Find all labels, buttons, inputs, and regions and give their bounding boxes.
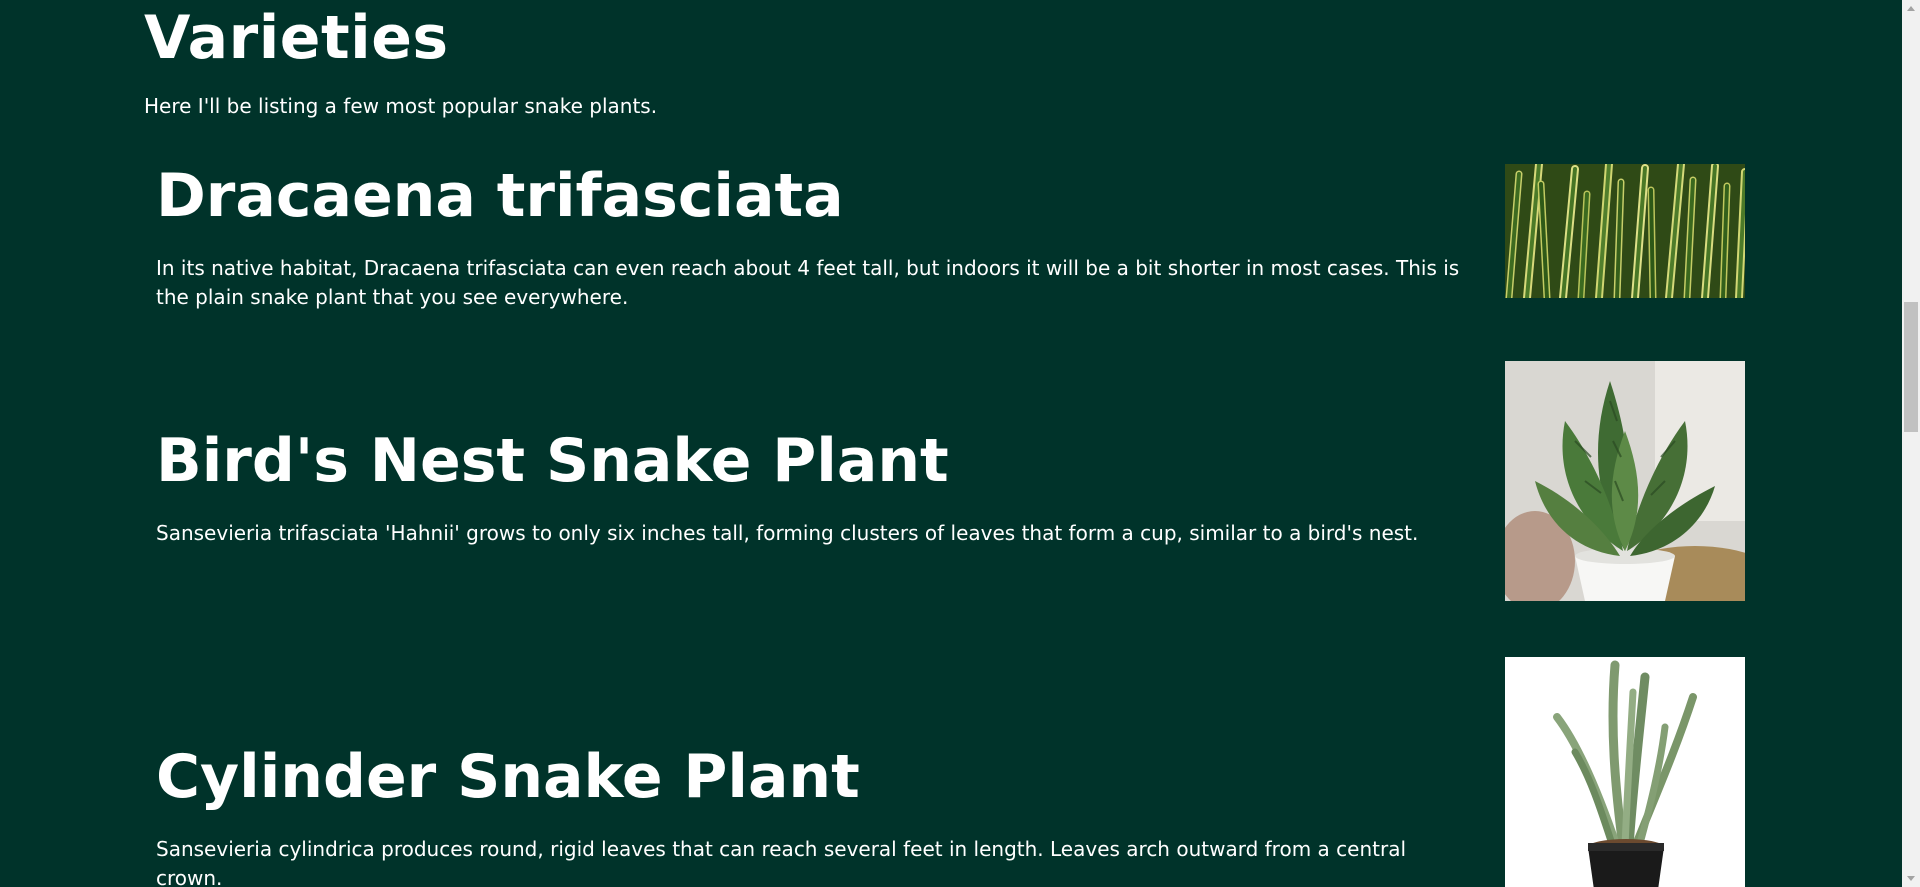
scroll-up-arrow-icon[interactable] bbox=[1902, 0, 1920, 17]
variety-title: Dracaena trifasciata bbox=[156, 161, 844, 231]
scrollbar-thumb[interactable] bbox=[1904, 302, 1918, 432]
cylinder-snake-plant-pot-photo bbox=[1505, 657, 1745, 887]
section-intro: Here I'll be listing a few most popular … bbox=[144, 94, 658, 118]
page: Varieties Here I'll be listing a few mos… bbox=[0, 0, 1902, 887]
variety-description: Sansevieria trifasciata 'Hahnii' grows t… bbox=[156, 521, 1419, 545]
striped-snake-plant-leaves-photo bbox=[1505, 164, 1745, 298]
variety-title: Cylinder Snake Plant bbox=[156, 742, 860, 812]
vertical-scrollbar[interactable] bbox=[1902, 0, 1920, 887]
variety-title: Bird's Nest Snake Plant bbox=[156, 426, 949, 496]
variety-description: In its native habitat, Dracaena trifasci… bbox=[156, 256, 1460, 309]
scroll-down-arrow-icon[interactable] bbox=[1902, 870, 1920, 887]
birds-nest-snake-plant-pot-photo bbox=[1505, 361, 1745, 601]
variety-description: Sansevieria cylindrica produces round, r… bbox=[156, 837, 1406, 887]
section-title: Varieties bbox=[144, 3, 449, 73]
